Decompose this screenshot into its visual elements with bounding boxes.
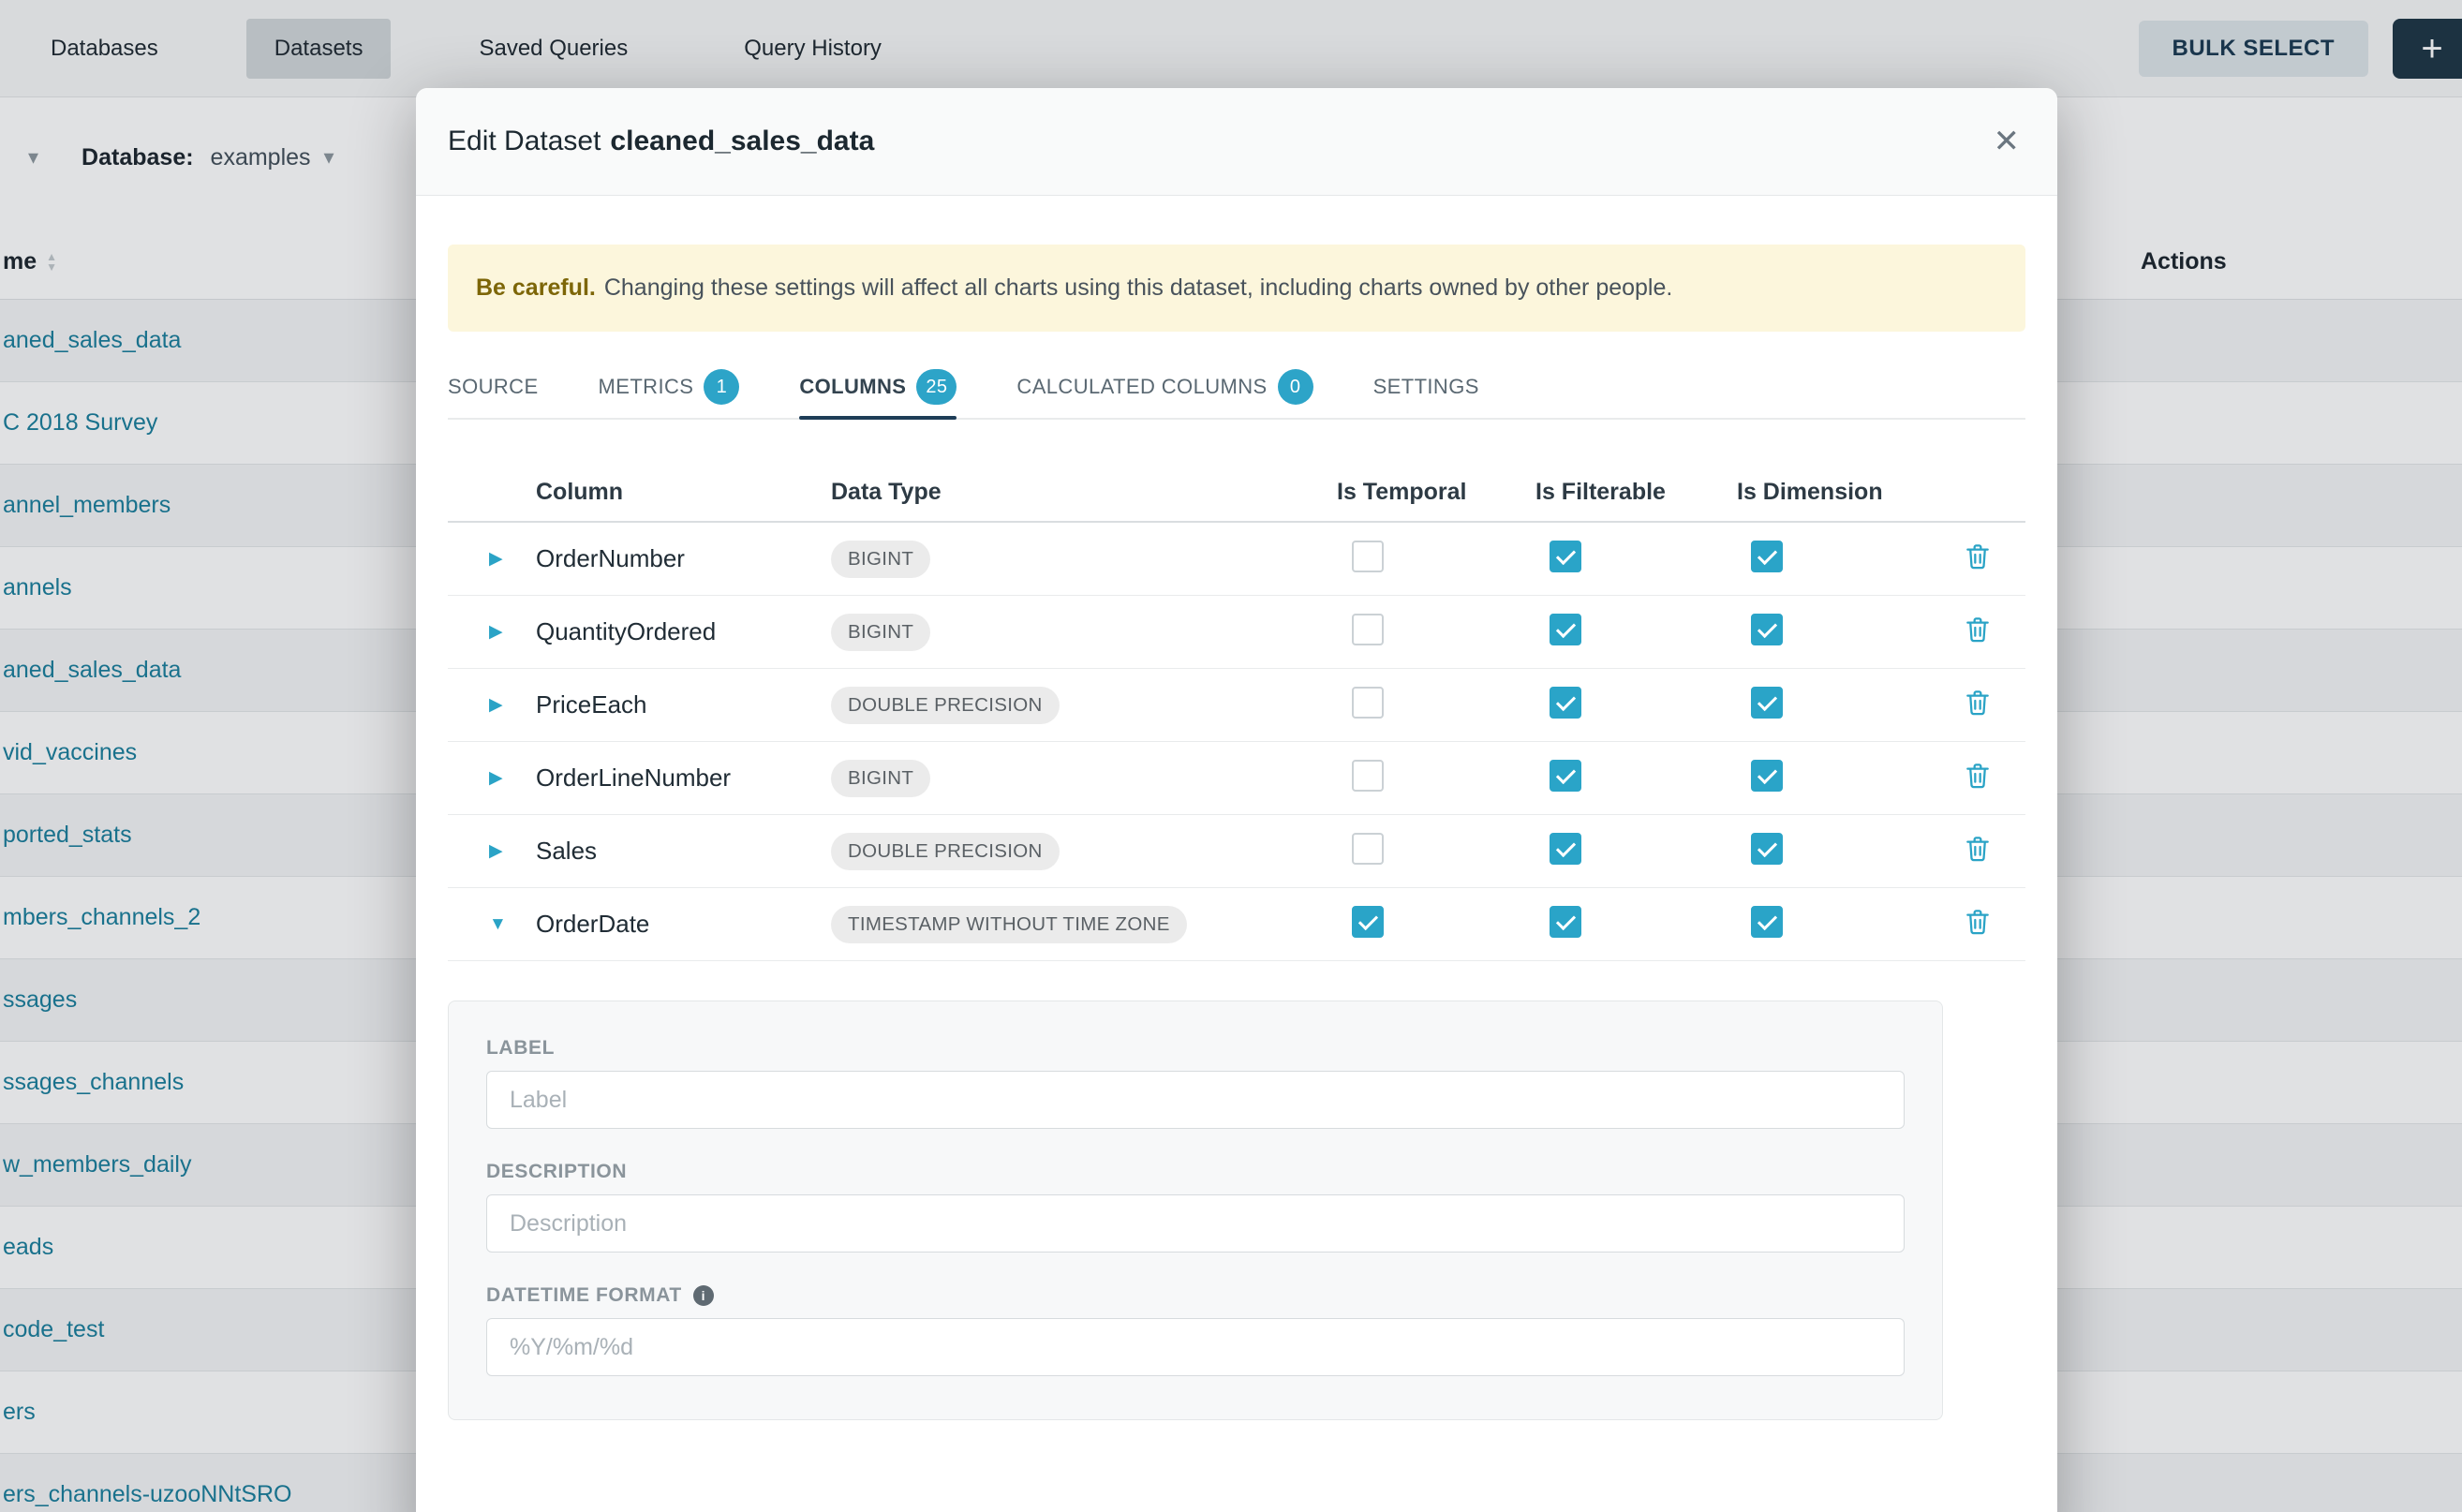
header-column: Column [536,479,831,506]
column-row-ordernumber: ▶ OrderNumber BIGINT [448,523,2025,596]
delete-column-icon[interactable] [1963,688,1993,718]
screen: Databases Datasets Saved Queries Query H… [0,0,2462,1512]
description-field-label: DESCRIPTION [486,1161,1905,1183]
modal-title-prefix: Edit Dataset [448,126,601,156]
column-row-orderdate: ▼ OrderDate TIMESTAMP WITHOUT TIME ZONE [448,888,2025,961]
column-name: OrderDate [536,910,831,939]
column-name: OrderLineNumber [536,763,831,793]
columns-table-header: Column Data Type Is Temporal Is Filterab… [448,463,2025,523]
header-is-filterable: Is Filterable [1535,479,1737,506]
column-editor-panel: LABEL DESCRIPTION DATETIME FORMAT i [448,1001,1943,1420]
modal-title: Edit Dataset cleaned_sales_data [448,126,874,157]
data-type-pill: DOUBLE PRECISION [831,687,1060,724]
modal-title-dataset-name: cleaned_sales_data [610,126,874,156]
header-is-temporal: Is Temporal [1337,479,1535,506]
is-filterable-checkbox[interactable] [1550,906,1581,938]
is-filterable-checkbox[interactable] [1550,541,1581,572]
is-dimension-checkbox[interactable] [1751,687,1783,719]
column-row-orderlinenumber: ▶ OrderLineNumber BIGINT [448,742,2025,815]
data-type-pill: BIGINT [831,614,930,651]
is-dimension-checkbox[interactable] [1751,614,1783,645]
column-row-quantityordered: ▶ QuantityOrdered BIGINT [448,596,2025,669]
data-type-pill: BIGINT [831,760,930,797]
collapse-caret-icon[interactable]: ▼ [489,914,507,934]
tab-settings[interactable]: SETTINGS [1373,356,1479,418]
delete-column-icon[interactable] [1963,761,1993,791]
is-dimension-checkbox[interactable] [1751,541,1783,572]
tab-columns[interactable]: COLUMNS 25 [799,356,957,418]
data-type-pill: BIGINT [831,541,930,578]
header-data-type: Data Type [831,479,1337,506]
modal-header: Edit Dataset cleaned_sales_data ✕ [416,88,2057,196]
is-filterable-checkbox[interactable] [1550,833,1581,865]
delete-column-icon[interactable] [1963,907,1993,937]
delete-column-icon[interactable] [1963,615,1993,645]
expand-caret-icon[interactable]: ▶ [489,695,503,715]
tab-badge: 25 [916,369,957,405]
tab-calculated-columns[interactable]: CALCULATED COLUMNS 0 [1016,356,1313,418]
is-filterable-checkbox[interactable] [1550,687,1581,719]
is-dimension-checkbox[interactable] [1751,760,1783,792]
datetime-format-input[interactable] [486,1318,1905,1376]
is-temporal-checkbox[interactable] [1352,541,1384,572]
warning-bold-text: Be careful. [476,274,596,302]
close-icon[interactable]: ✕ [1994,126,2021,157]
warning-banner: Be careful. Changing these settings will… [448,245,2025,332]
is-temporal-checkbox[interactable] [1352,614,1384,645]
expand-caret-icon[interactable]: ▶ [489,549,503,569]
column-name: Sales [536,837,831,866]
expand-caret-icon[interactable]: ▶ [489,841,503,861]
info-icon: i [693,1285,714,1306]
is-filterable-checkbox[interactable] [1550,760,1581,792]
tab-badge: 0 [1278,369,1313,405]
is-temporal-checkbox[interactable] [1352,687,1384,719]
column-row-priceeach: ▶ PriceEach DOUBLE PRECISION [448,669,2025,742]
is-temporal-checkbox[interactable] [1352,760,1384,792]
tab-badge: 1 [704,369,739,405]
tab-metrics[interactable]: METRICS 1 [599,356,740,418]
delete-column-icon[interactable] [1963,834,1993,864]
is-filterable-checkbox[interactable] [1550,614,1581,645]
column-name: OrderNumber [536,544,831,573]
is-temporal-checkbox[interactable] [1352,833,1384,865]
modal-body: Be careful. Changing these settings will… [416,245,2057,1420]
expand-caret-icon[interactable]: ▶ [489,622,503,642]
column-row-sales: ▶ Sales DOUBLE PRECISION [448,815,2025,888]
expand-caret-icon[interactable]: ▶ [489,768,503,788]
warning-text: Changing these settings will affect all … [604,274,1673,302]
tab-source[interactable]: SOURCE [448,356,539,418]
label-input[interactable] [486,1071,1905,1129]
is-dimension-checkbox[interactable] [1751,833,1783,865]
is-dimension-checkbox[interactable] [1751,906,1783,938]
datetime-format-field-label: DATETIME FORMAT i [486,1284,1905,1307]
column-name: QuantityOrdered [536,617,831,646]
modal-tabs: SOURCE METRICS 1 COLUMNS 25 CALCULATED C… [448,356,2025,420]
is-temporal-checkbox[interactable] [1352,906,1384,938]
edit-dataset-modal: Edit Dataset cleaned_sales_data ✕ Be care… [416,88,2057,1512]
header-is-dimension: Is Dimension [1737,479,1963,506]
column-name: PriceEach [536,690,831,719]
delete-column-icon[interactable] [1963,541,1993,571]
label-field-label: LABEL [486,1037,1905,1060]
data-type-pill: DOUBLE PRECISION [831,833,1060,870]
data-type-pill: TIMESTAMP WITHOUT TIME ZONE [831,906,1187,943]
description-input[interactable] [486,1194,1905,1253]
